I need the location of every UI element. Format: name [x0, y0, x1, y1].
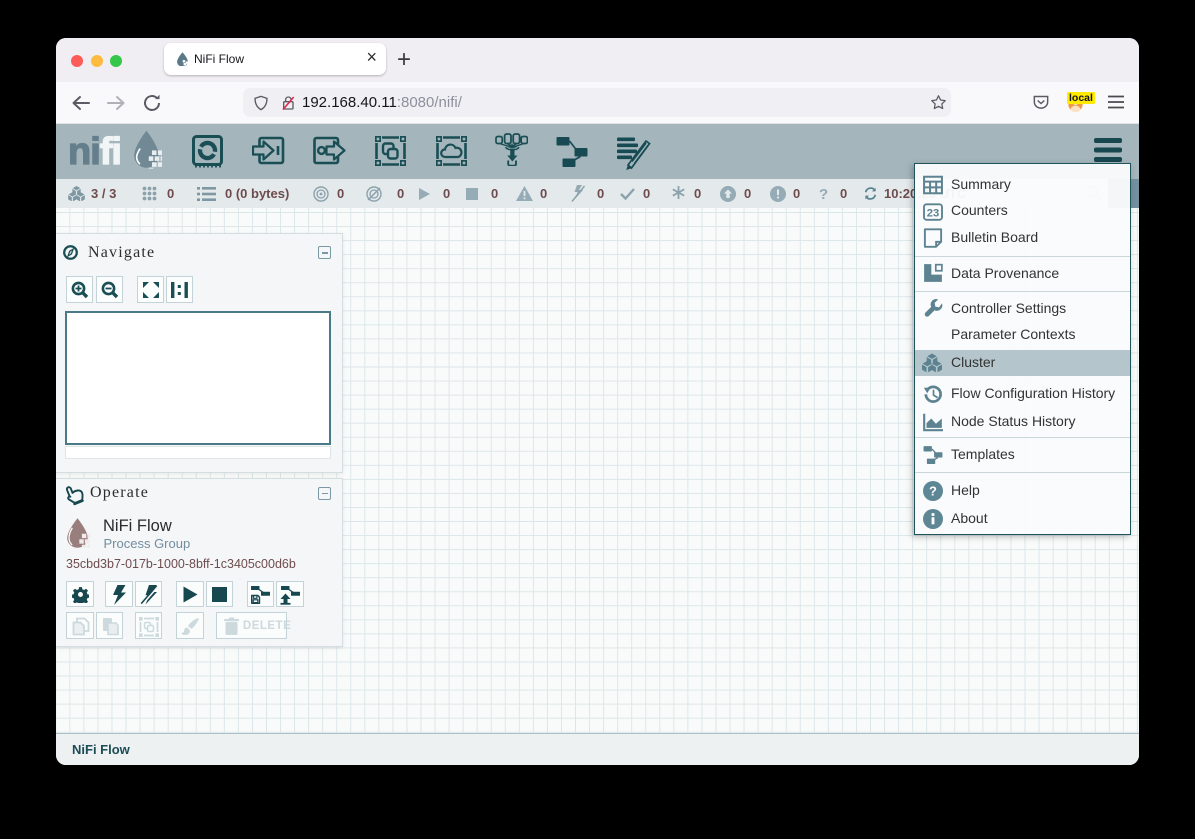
svg-text:23: 23	[927, 207, 940, 219]
svg-text:?: ?	[929, 483, 937, 498]
